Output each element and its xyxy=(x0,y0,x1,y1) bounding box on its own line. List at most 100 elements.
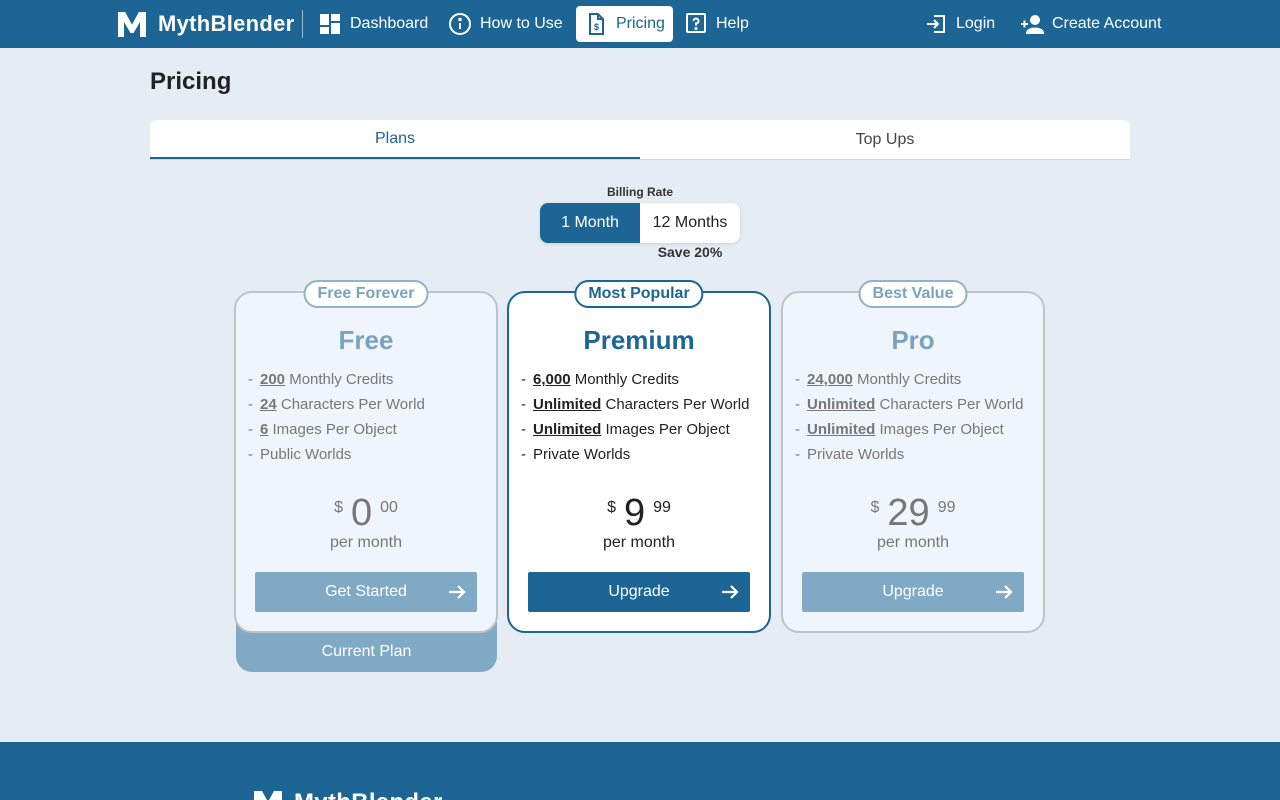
tab-top-ups[interactable]: Top Ups xyxy=(640,120,1130,159)
plan-card-pro: Best Value Pro -24,000 Monthly Credits -… xyxy=(781,280,1045,633)
price-currency: $ xyxy=(334,499,343,516)
feature-text: Public Worlds xyxy=(260,446,352,463)
login-label: Login xyxy=(956,15,996,32)
price-cents: 99 xyxy=(653,499,671,516)
feature-item: - Unlimited Characters Per World xyxy=(521,396,750,413)
nav-pricing[interactable]: $ Pricing xyxy=(576,6,673,42)
nav-help-label: Help xyxy=(716,15,749,32)
nav-how-to-use[interactable]: How to Use xyxy=(440,6,571,42)
feature-item: -6,000 Monthly Credits xyxy=(521,371,679,388)
feature-text: Monthly Credits xyxy=(285,371,394,388)
brand-logo[interactable]: MythBlender xyxy=(116,9,295,39)
plan-name: Premium xyxy=(583,325,695,355)
price-integer: 9 xyxy=(623,492,646,534)
upgrade-pro-button[interactable]: Upgrade xyxy=(802,572,1024,612)
page-title: Pricing xyxy=(150,68,232,95)
add-user-icon xyxy=(1021,15,1044,34)
price-cents: 00 xyxy=(380,499,398,516)
nav-dashboard-label: Dashboard xyxy=(350,15,429,32)
price-integer: 29 xyxy=(887,492,930,534)
arrow-right-icon xyxy=(449,585,466,599)
upgrade-premium-button[interactable]: Upgrade xyxy=(528,572,750,612)
cta-label: Get Started xyxy=(325,583,407,600)
get-started-button[interactable]: Get Started xyxy=(255,572,477,612)
price-integer: 0 xyxy=(350,492,373,534)
price-period: per month xyxy=(329,534,403,551)
billing-12-months-option[interactable]: 12 Months xyxy=(640,203,740,243)
tab-plans[interactable]: Plans xyxy=(150,120,640,159)
price-period: per month xyxy=(602,534,676,551)
cta-label: Upgrade xyxy=(608,583,670,600)
feature-item: -6 Images Per Object xyxy=(248,421,397,438)
plan-price: $ 29 99 xyxy=(783,493,1043,533)
feature-text: Monthly Credits xyxy=(852,371,962,388)
arrow-right-icon xyxy=(722,585,739,599)
feature-text: Images Per Object xyxy=(268,421,397,438)
svg-text:$: $ xyxy=(594,22,599,32)
top-nav-bar: MythBlender Dashboard How to Use $ Prici… xyxy=(0,0,1280,48)
plan-price: $ 9 99 xyxy=(509,493,769,533)
billing-rate-toggle: 1 Month 12 Months xyxy=(540,203,740,243)
plan-name: Pro xyxy=(891,325,935,355)
nav-pricing-label: Pricing xyxy=(616,15,665,32)
feature-item: - Private Worlds xyxy=(521,446,631,463)
feature-highlight: 24 xyxy=(260,396,277,413)
create-account-label: Create Account xyxy=(1052,15,1162,32)
price-cents: 99 xyxy=(937,499,956,516)
plan-card-premium: Most Popular Premium -6,000 Monthly Cred… xyxy=(507,280,771,633)
feature-list: -6,000 Monthly Credits - Unlimited Charac… xyxy=(521,367,769,467)
feature-text: Monthly Credits xyxy=(570,371,679,388)
nav-dashboard[interactable]: Dashboard xyxy=(310,6,436,42)
feature-item: -24,000 Monthly Credits xyxy=(795,371,962,388)
feature-item: - Private Worlds xyxy=(795,446,905,463)
feature-text: Images Per Object xyxy=(875,421,1004,438)
feature-item: - Unlimited Characters Per World xyxy=(795,396,1024,413)
create-account-button[interactable]: Create Account xyxy=(1012,6,1169,42)
feature-item: -200 Monthly Credits xyxy=(248,371,394,388)
feature-highlight: 24,000 xyxy=(807,371,853,388)
feature-highlight: Unlimited xyxy=(533,421,602,438)
price-period: per month xyxy=(876,534,950,551)
price-currency: $ xyxy=(607,499,616,516)
arrow-right-icon xyxy=(996,585,1013,599)
brand-name: MythBlender xyxy=(158,11,295,36)
feature-item: - Unlimited Images Per Object xyxy=(795,421,1004,438)
plan-badge: Most Popular xyxy=(574,280,704,308)
feature-text: Images Per Object xyxy=(601,421,730,438)
feature-highlight: Unlimited xyxy=(533,396,602,413)
cta-label: Upgrade xyxy=(882,583,944,600)
feature-list: -200 Monthly Credits -24 Characters Per … xyxy=(248,367,496,467)
login-icon xyxy=(927,15,945,33)
feature-text: Private Worlds xyxy=(807,446,905,463)
nav-divider xyxy=(302,10,303,38)
feature-text: Private Worlds xyxy=(533,446,631,463)
plan-price: $ 0 00 xyxy=(236,493,496,533)
help-icon xyxy=(686,13,706,33)
pricing-tabs: Plans Top Ups xyxy=(150,120,1130,160)
login-button[interactable]: Login xyxy=(916,6,1003,42)
price-currency: $ xyxy=(870,499,880,516)
feature-list: -24,000 Monthly Credits - Unlimited Chara… xyxy=(795,367,1043,467)
feature-item: - Unlimited Images Per Object xyxy=(521,421,730,438)
info-icon xyxy=(449,13,471,35)
billing-1-month-option[interactable]: 1 Month xyxy=(540,203,640,243)
dashboard-icon xyxy=(320,14,340,34)
mythblender-logo-icon xyxy=(118,11,146,37)
footer-brand-name: MythBlender xyxy=(294,789,443,800)
mythblender-logo-icon xyxy=(254,791,282,800)
plan-card-free: Free Forever Free -200 Monthly Credits -… xyxy=(234,280,498,633)
feature-highlight: Unlimited xyxy=(807,396,876,413)
plan-name: Free xyxy=(338,325,394,355)
invoice-icon: $ xyxy=(589,13,604,35)
feature-text: Characters Per World xyxy=(276,396,425,413)
save-percentage-note: Save 20% xyxy=(657,244,723,260)
nav-help[interactable]: Help xyxy=(676,6,757,42)
feature-text: Characters Per World xyxy=(875,396,1024,413)
nav-how-to-use-label: How to Use xyxy=(480,15,563,32)
feature-highlight: 6,000 xyxy=(533,371,571,388)
feature-item: - Public Worlds xyxy=(248,446,352,463)
footer-brand-logo[interactable]: MythBlender xyxy=(252,788,443,800)
feature-text: Characters Per World xyxy=(601,396,750,413)
feature-highlight: 200 xyxy=(260,371,286,388)
feature-highlight: Unlimited xyxy=(807,421,876,438)
